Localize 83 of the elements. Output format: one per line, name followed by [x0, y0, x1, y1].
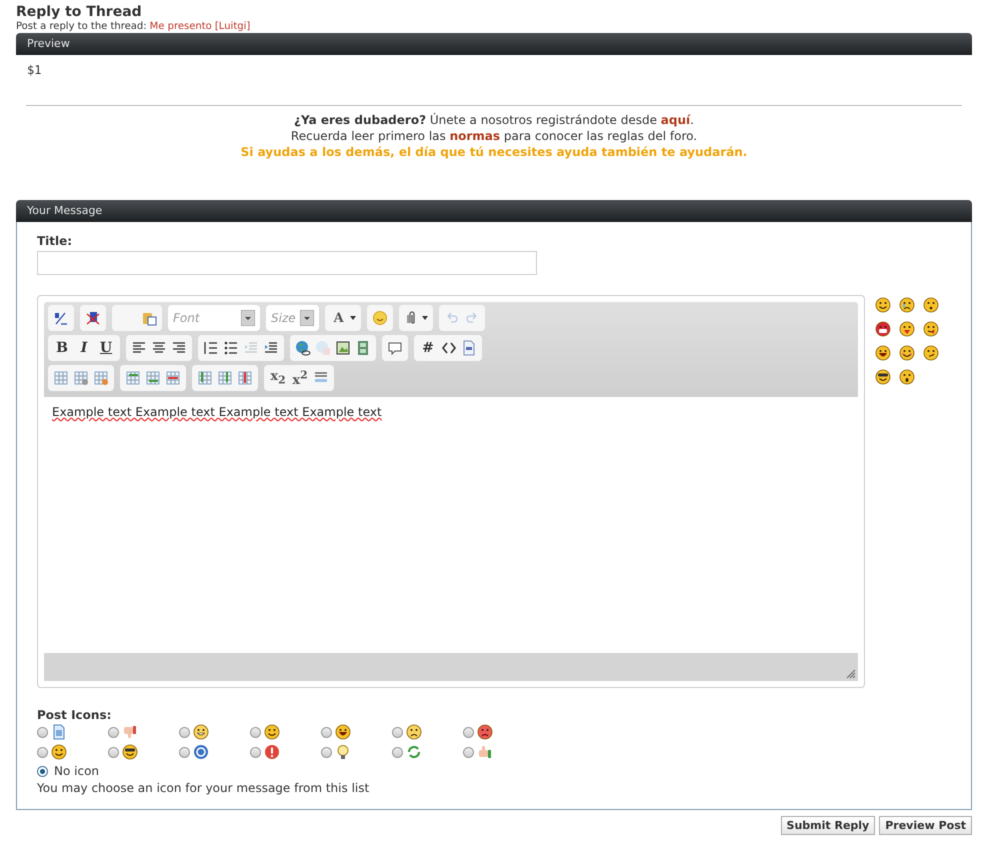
- smiley-icon[interactable]: [899, 297, 915, 313]
- notice-text: Recuerda leer primero las normas para conocer las reglas del foro.: [290, 128, 698, 144]
- post-icon: [406, 744, 422, 760]
- radio-button[interactable]: [37, 746, 48, 758]
- message-header: Your Message: [16, 200, 972, 222]
- radio-button[interactable]: [179, 746, 190, 758]
- toolbar-icon[interactable]: [85, 310, 101, 326]
- post-icon: [264, 744, 280, 760]
- notice-text: ¿Ya eres dubadero? Únete a nosotros registrándote desde aquí.: [293, 112, 695, 128]
- radio-button[interactable]: [392, 746, 403, 758]
- toolbar-button[interactable]: U: [97, 339, 115, 357]
- radio-button[interactable]: [250, 746, 261, 758]
- toolbar-icon[interactable]: [203, 340, 219, 356]
- toolbar-button[interactable]: x$_{2}$: [269, 369, 287, 387]
- radio-button[interactable]: [321, 726, 332, 738]
- smiley-icon[interactable]: [875, 321, 891, 337]
- title-label: Title:: [37, 234, 74, 248]
- notice-slogan: Si ayudas a los demás, el día que tú necesites ayuda también te ayudarán.: [240, 144, 748, 160]
- register-link[interactable]: aquí: [660, 113, 690, 127]
- page-title: Reply to Thread: [16, 4, 143, 21]
- dropdown-arrow-icon: [300, 310, 314, 326]
- speech-bubble-icon[interactable]: [387, 340, 403, 356]
- smiley-icon[interactable]: [875, 345, 891, 361]
- radio-button[interactable]: [463, 726, 474, 738]
- smiley-icon[interactable]: [899, 369, 915, 385]
- radio-button[interactable]: [108, 726, 119, 738]
- toolbar-button[interactable]: B: [53, 339, 71, 357]
- smiley-icon[interactable]: [923, 297, 939, 313]
- smiley-icon[interactable]: [875, 297, 891, 313]
- title-field[interactable]: [37, 251, 537, 275]
- smiley-icon[interactable]: [875, 369, 891, 385]
- dropdown-arrow-icon: [241, 310, 255, 326]
- thread-link[interactable]: Me presento [Luitgi]: [150, 21, 250, 32]
- post-icon: [122, 744, 138, 760]
- paste-icon[interactable]: [141, 310, 157, 326]
- radio-button[interactable]: [37, 726, 48, 738]
- toolbar-icon[interactable]: [461, 340, 477, 356]
- radio-button[interactable]: [250, 726, 261, 738]
- radio-button[interactable]: [392, 726, 403, 738]
- post-icon: [406, 724, 422, 740]
- toolbar-button[interactable]: x$^{2}$: [291, 369, 309, 387]
- resize-handle-icon[interactable]: [846, 669, 856, 679]
- text-color-button[interactable]: A: [330, 309, 348, 327]
- toolbar-button[interactable]: #: [419, 339, 437, 357]
- form-button[interactable]: Submit Reply: [780, 816, 876, 835]
- post-icon: [51, 744, 67, 760]
- smiley-icon[interactable]: [923, 345, 939, 361]
- smiley-icon[interactable]: [899, 345, 915, 361]
- post-icons-hint: You may choose an icon for your message from this list: [37, 781, 370, 795]
- post-icon: [51, 724, 67, 740]
- post-icons-label: Post Icons:: [37, 708, 112, 722]
- form-button[interactable]: Preview Post: [879, 816, 972, 835]
- image-icon[interactable]: [335, 340, 351, 356]
- radio-button[interactable]: [179, 726, 190, 738]
- subtitle-text: Post a reply to the thread:: [16, 21, 147, 32]
- toolbar-button[interactable]: I: [75, 339, 93, 357]
- smiley-icon[interactable]: [899, 321, 915, 337]
- preview-content: $1: [26, 62, 42, 79]
- radio-button[interactable]: [463, 746, 474, 758]
- table-icon[interactable]: [53, 370, 69, 386]
- caret-icon[interactable]: [350, 316, 356, 320]
- radio-button[interactable]: [37, 766, 48, 776]
- radio-button[interactable]: [321, 746, 332, 758]
- post-icon: [264, 724, 280, 740]
- toolbar-icon[interactable]: [53, 310, 69, 326]
- post-icon: [477, 744, 493, 760]
- film-icon[interactable]: [355, 340, 371, 356]
- rules-link[interactable]: normas: [450, 129, 500, 143]
- no-icon-label: No icon: [54, 764, 100, 778]
- toolbar-icon[interactable]: [223, 340, 239, 356]
- editor-text: Example text Example text Example text Example text: [52, 405, 382, 419]
- globe-icon[interactable]: [295, 340, 311, 356]
- post-icon: [335, 724, 351, 740]
- caret-icon[interactable]: [422, 316, 428, 320]
- radio-button[interactable]: [108, 746, 119, 758]
- code-icon[interactable]: [441, 340, 457, 356]
- preview-header: Preview: [16, 33, 972, 55]
- post-icon: [122, 724, 138, 740]
- smiley-icon[interactable]: [923, 321, 939, 337]
- post-icon: [335, 744, 351, 760]
- post-icon: [193, 724, 209, 740]
- post-icon: [193, 744, 209, 760]
- post-icon: [477, 724, 493, 740]
